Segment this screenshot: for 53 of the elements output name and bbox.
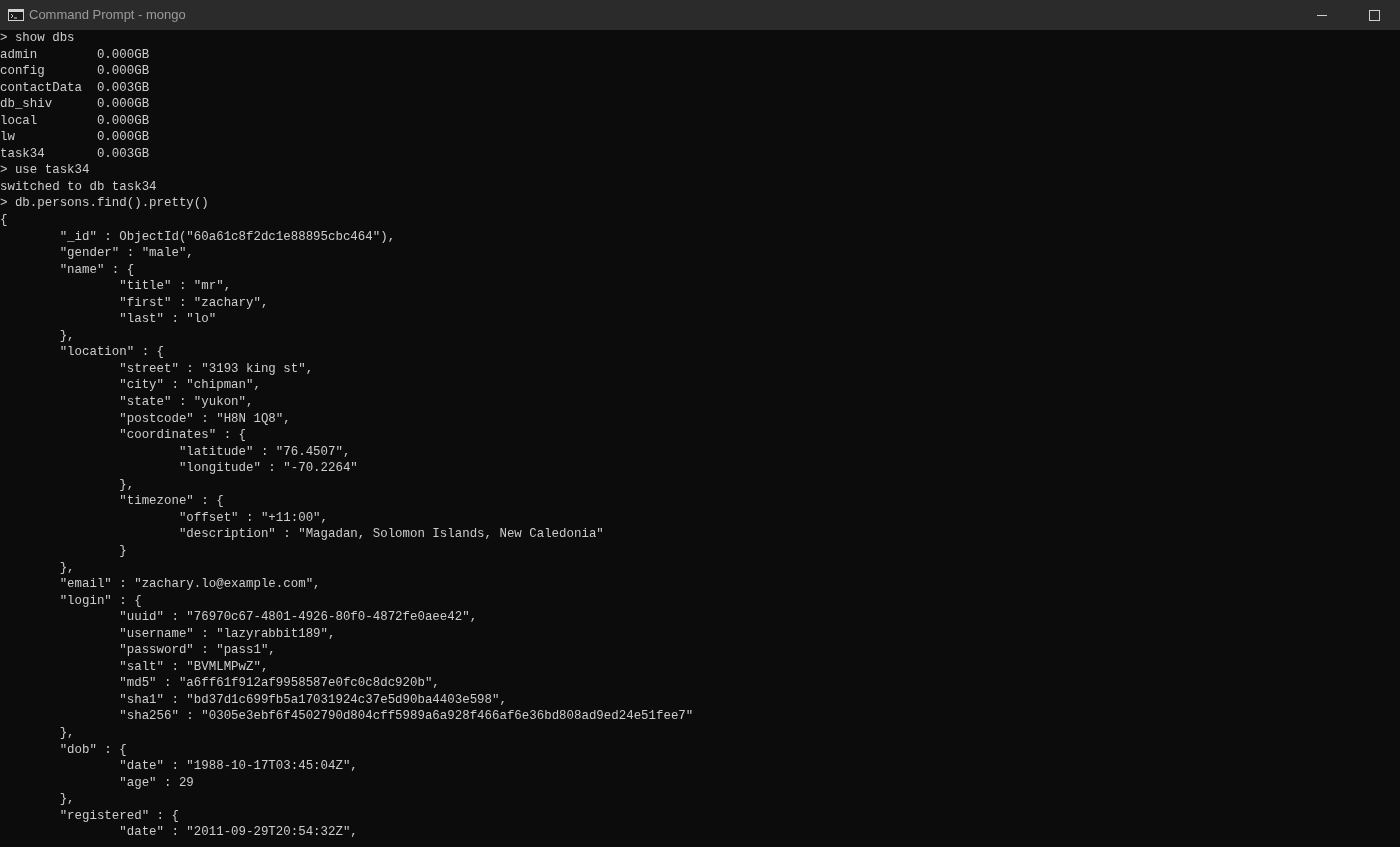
console-line: config 0.000GB [0, 63, 150, 80]
console-line: "dob" : { [58, 741, 127, 759]
console-line: }, [58, 559, 75, 577]
console-line: "md5" : "a6ff61f912af9958587e0fc0c8dc920b", [118, 675, 440, 692]
console-line: task34 0.003GB [0, 145, 150, 163]
console-line: "date" : "1988-10-17T03:45:04Z", [118, 758, 358, 775]
console-line: "title" : "mr", [118, 278, 232, 295]
console-line: "date" : "2011-09-29T20:54:32Z", [118, 824, 358, 841]
console-line: "registered" : { [58, 807, 179, 825]
console-line: "login" : { [58, 592, 142, 610]
console-line: }, [58, 724, 75, 742]
console-line: "postcode" : "H8N 1Q8", [118, 410, 291, 428]
console-line: > db.persons.find().pretty() [0, 195, 209, 212]
console-line: "first" : "zachary", [118, 294, 269, 312]
maximize-icon [1368, 9, 1380, 21]
console-line: "uuid" : "76970c67-4801-4926-80f0-4872fe0aee42", [118, 609, 478, 626]
console-line: "sha1" : "bd37d1c699fb5a17031924c37e5d90ba4403e598", [118, 691, 507, 709]
console-line: "latitude" : "76.4507", [177, 443, 351, 461]
console-line: switched to db task34 [0, 178, 157, 196]
console-line: > show dbs [0, 30, 75, 47]
console-line: }, [118, 476, 135, 494]
console-line: "age" : 29 [118, 774, 194, 792]
minimize-icon [1317, 14, 1327, 16]
console-line: "salt" : "BVMLMPwZ", [118, 658, 269, 676]
console-line: "street" : "3193 king st", [118, 360, 314, 378]
console-line: lw 0.000GB [0, 129, 150, 146]
console-line: "offset" : "+11:00", [177, 509, 328, 527]
console-line: "location" : { [58, 344, 164, 361]
console-line: "timezone" : { [118, 493, 224, 510]
console-line: "password" : "pass1", [118, 642, 276, 659]
console-line: { [0, 212, 8, 229]
console-line: "description" : "Magadan, Solomon Islands, New Caledonia" [177, 526, 604, 543]
console-icon [8, 9, 24, 21]
console-line: "gender" : "male", [58, 245, 194, 262]
console-line: local 0.000GB [0, 112, 150, 130]
console-line: "longitude" : "-70.2264" [177, 460, 358, 477]
console-line: "last" : "lo" [118, 311, 217, 328]
console-line: }, [58, 327, 75, 345]
console-line: "coordinates" : { [118, 427, 246, 444]
console-line: admin 0.000GB [0, 46, 150, 64]
console-line: }, [58, 791, 75, 808]
console-line: "_id" : ObjectId("60a61c8f2dc1e88895cbc464"), [58, 228, 396, 246]
console-line: > use task34 [0, 162, 90, 179]
console-line: "city" : "chipman", [118, 377, 261, 395]
console-line: "username" : "lazyrabbit189", [118, 625, 336, 643]
window-title: Command Prompt - mongo [29, 6, 186, 25]
console-line: "sha256" : "0305e3ebf6f4502790d804cff5989a6a928f466af6e36bd808ad9ed24e51fee7" [118, 708, 694, 725]
console-line: db_shiv 0.000GB [0, 96, 150, 113]
console-line: "state" : "yukon", [118, 394, 254, 411]
console-line: "name" : { [58, 261, 135, 279]
console-line: contactData 0.003GB [0, 79, 150, 97]
console-line: } [118, 542, 127, 560]
console-line: "email" : "zachary.lo@example.com", [58, 576, 321, 593]
